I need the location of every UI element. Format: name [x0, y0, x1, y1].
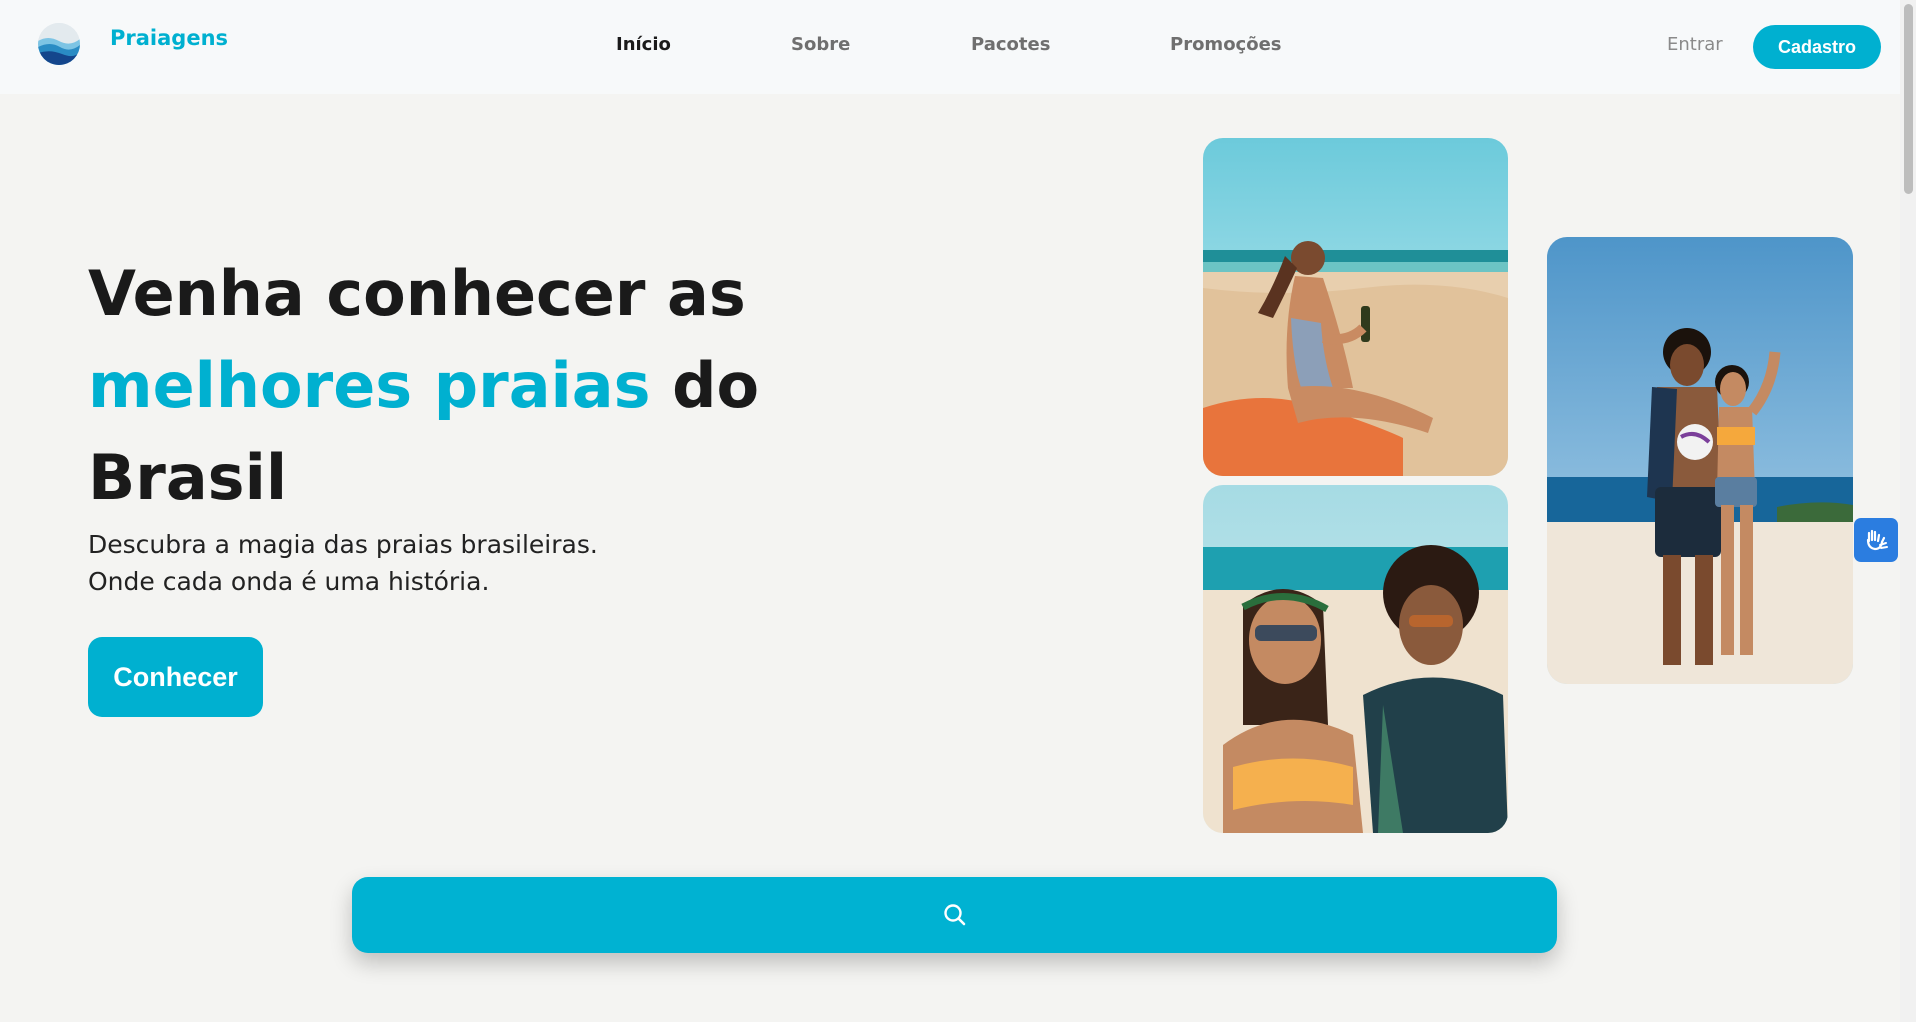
search-bar[interactable] — [352, 877, 1557, 953]
search-icon[interactable] — [942, 902, 968, 928]
hero-subtitle-line2: Onde cada onda é uma história. — [88, 567, 490, 596]
hero-title-part2: do — [672, 349, 760, 422]
hero-title-part1: Venha conhecer as — [88, 257, 746, 330]
hero-subtitle: Descubra a magia das praias brasileiras.… — [88, 526, 708, 600]
nav-link-sobre[interactable]: Sobre — [791, 34, 850, 55]
hero-title-highlight: melhores praias — [88, 349, 651, 422]
signup-button[interactable]: Cadastro — [1753, 25, 1881, 69]
nav-link-inicio[interactable]: Início — [616, 34, 671, 55]
woman-on-beach-photo — [1203, 138, 1508, 476]
hero-subtitle-line1: Descubra a magia das praias brasileiras. — [88, 530, 598, 559]
scrollbar[interactable] — [1900, 0, 1916, 1022]
sign-language-icon[interactable] — [1854, 518, 1898, 562]
hero-title-part3: Brasil — [88, 441, 288, 514]
logo-icon[interactable] — [38, 23, 80, 65]
login-link[interactable]: Entrar — [1667, 34, 1723, 55]
couple-with-volleyball-photo — [1547, 237, 1853, 684]
scrollbar-thumb[interactable] — [1904, 4, 1913, 194]
nav-link-promocoes[interactable]: Promoções — [1170, 34, 1282, 55]
top-navbar: Praiagens Início Sobre Pacotes Promoções… — [0, 0, 1900, 94]
conhecer-button[interactable]: Conhecer — [88, 637, 263, 717]
couple-selfie-photo — [1203, 485, 1508, 833]
brand-name[interactable]: Praiagens — [110, 26, 228, 50]
page: Praiagens Início Sobre Pacotes Promoções… — [0, 0, 1916, 1022]
hero-title: Venha conhecer as melhores praias do Bra… — [88, 248, 808, 524]
nav-link-pacotes[interactable]: Pacotes — [971, 34, 1050, 55]
